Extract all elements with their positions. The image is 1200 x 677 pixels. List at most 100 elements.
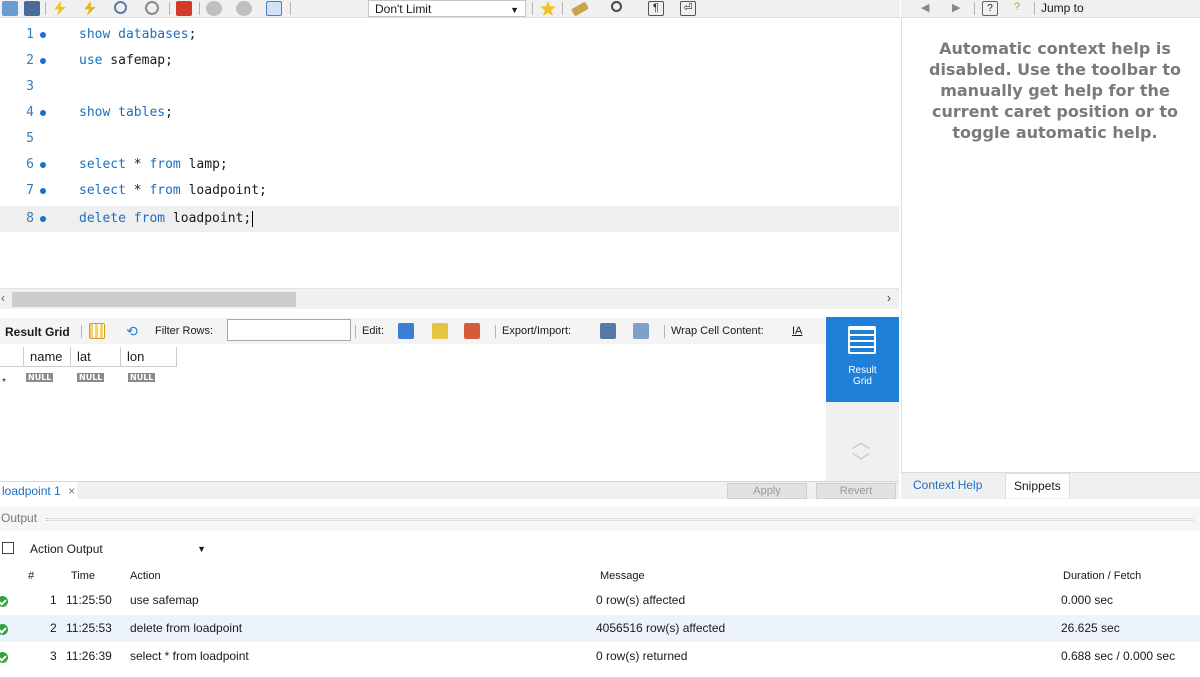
refresh-icon[interactable]: ⟲	[124, 323, 140, 339]
result-grid-icon	[848, 326, 876, 354]
delete-row-icon[interactable]	[464, 323, 480, 339]
line-number: 6	[26, 157, 34, 172]
autocommit-icon[interactable]	[266, 1, 282, 16]
editor-line: 7 select * from loadpoint;	[0, 178, 899, 204]
revert-button[interactable]: Revert	[816, 483, 896, 499]
tab-label: loadpoint 1	[2, 484, 61, 498]
filter-rows-label: Filter Rows:	[155, 325, 214, 337]
column-header-message: Message	[600, 570, 645, 582]
tab-context-help[interactable]: Context Help	[913, 478, 982, 492]
column-header-lat[interactable]: lat	[71, 347, 121, 367]
output-type-select[interactable]: Action Output ▼	[28, 540, 214, 559]
export-icon[interactable]	[600, 323, 616, 339]
find-icon[interactable]	[611, 1, 622, 12]
sql-text: lamp;	[180, 157, 228, 172]
line-number: 7	[26, 183, 34, 198]
apply-button[interactable]: Apply	[727, 483, 807, 499]
sql-text: ;	[165, 105, 173, 120]
result-toolbar: Result Grid ⟲ Filter Rows: Edit: Export/…	[0, 318, 826, 344]
open-file-icon[interactable]	[2, 1, 18, 16]
output-panel-header: Output	[0, 507, 1200, 531]
jump-to-select[interactable]: Jump to	[1041, 1, 1084, 15]
output-row[interactable]: 2 11:25:53 delete from loadpoint 4056516…	[0, 615, 1200, 642]
rollback-icon[interactable]	[236, 1, 252, 16]
editor-horizontal-scrollbar[interactable]: ‹ ›	[0, 288, 899, 309]
toolbar-separator	[532, 2, 533, 15]
invisible-chars-icon[interactable]: ¶	[648, 1, 664, 16]
scroll-right-icon[interactable]: ›	[887, 291, 891, 305]
sql-editor[interactable]: 1 show databases; 2 use safemap; 3 4 sho…	[0, 18, 899, 288]
toolbar-separator	[495, 325, 496, 338]
import-icon[interactable]	[633, 323, 649, 339]
back-arrow-icon[interactable]: ◀	[921, 1, 929, 14]
row-time: 11:25:53	[66, 621, 112, 635]
line-number: 8	[26, 211, 34, 226]
statement-marker-icon	[40, 216, 46, 222]
output-row[interactable]: 3 11:26:39 select * from loadpoint 0 row…	[0, 643, 1200, 670]
line-number: 5	[26, 131, 34, 146]
wrap-cell-icon[interactable]: IA	[792, 323, 808, 339]
panel-grip	[46, 518, 1194, 521]
null-cell[interactable]: NULL	[77, 373, 105, 382]
result-grid-button[interactable]: Result Grid	[826, 317, 899, 402]
result-grid[interactable]: name lat lon * NULL NULL NULL	[0, 345, 826, 481]
statement-marker-icon	[40, 162, 46, 168]
null-cell[interactable]: NULL	[26, 373, 54, 382]
row-action: delete from loadpoint	[130, 621, 243, 635]
output-row[interactable]: 1 11:25:50 use safemap 0 row(s) affected…	[0, 587, 1200, 614]
scroll-left-icon[interactable]: ‹	[1, 291, 5, 305]
stop-icon[interactable]	[145, 1, 159, 15]
explain-icon[interactable]	[114, 1, 127, 14]
save-icon[interactable]	[24, 1, 40, 16]
column-header-lon[interactable]: lon	[121, 347, 177, 367]
row-action: use safemap	[130, 593, 199, 607]
filter-rows-input[interactable]	[227, 319, 351, 341]
insert-row-icon[interactable]	[432, 323, 448, 339]
forward-arrow-icon[interactable]: ▶	[952, 1, 960, 14]
grid-layout-icon[interactable]	[89, 323, 105, 339]
result-grid-button-label: Grid	[853, 376, 872, 387]
edit-row-icon[interactable]	[398, 323, 414, 339]
line-number: 1	[26, 27, 34, 42]
sql-keyword: select	[79, 157, 126, 172]
scroll-down-icon[interactable]: ﹀	[852, 453, 870, 471]
tab-snippets[interactable]: Snippets	[1005, 473, 1070, 498]
bookmark-icon[interactable]	[540, 1, 556, 16]
column-header-action: Action	[130, 570, 161, 582]
output-title: Output	[1, 511, 38, 525]
scrollbar-thumb[interactable]	[12, 292, 296, 307]
limit-rows-select[interactable]: Don't Limit ▼	[368, 0, 526, 17]
editor-line: 2 use safemap;	[0, 48, 899, 74]
sql-text: *	[125, 157, 150, 172]
text-caret	[252, 210, 254, 227]
context-help-toolbar: ◀ ▶ ? ? Jump to	[901, 0, 1200, 18]
scroll-up-icon[interactable]: ︿	[852, 433, 870, 451]
sql-text: safemap;	[102, 53, 173, 68]
toggle-error-icon[interactable]	[176, 1, 192, 16]
beautify-icon[interactable]	[571, 1, 589, 17]
row-duration: 0.688 sec / 0.000 sec	[1061, 649, 1176, 663]
copy-icon[interactable]	[2, 542, 14, 554]
null-cell[interactable]: NULL	[128, 373, 156, 382]
result-grid-label: Result Grid	[5, 325, 70, 339]
toolbar-separator	[1034, 2, 1035, 15]
column-header-name[interactable]: name	[24, 347, 71, 367]
tab-loadpoint-1[interactable]: loadpoint 1 ×	[0, 482, 78, 499]
close-icon[interactable]: ×	[68, 484, 75, 498]
manual-help-icon[interactable]: ?	[982, 1, 998, 16]
commit-icon[interactable]	[206, 1, 222, 16]
statement-marker-icon	[40, 188, 46, 194]
row-time: 11:26:39	[66, 649, 112, 663]
row-message: 4056516 row(s) affected	[596, 621, 726, 635]
auto-help-icon[interactable]: ?	[1009, 1, 1025, 16]
row-number: 3	[50, 649, 57, 663]
toolbar-separator	[81, 325, 82, 338]
wrap-icon[interactable]: ⏎	[680, 1, 696, 16]
execute-icon[interactable]	[54, 1, 66, 16]
context-help-tabs: Context Help Snippets	[901, 472, 1200, 499]
column-header-number: #	[28, 570, 35, 582]
line-number: 4	[26, 105, 34, 120]
sql-keyword: select	[79, 183, 126, 198]
editor-line: 4 show tables;	[0, 100, 899, 126]
execute-current-icon[interactable]	[84, 1, 96, 16]
